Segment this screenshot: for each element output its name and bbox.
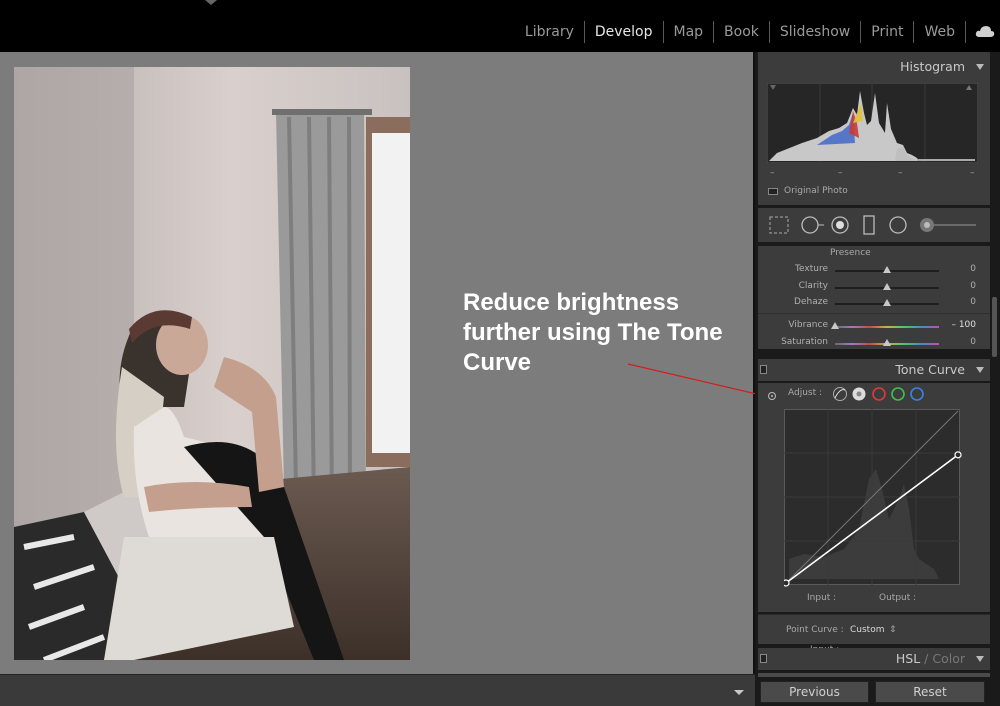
saturation-label: Saturation	[781, 337, 828, 347]
dehaze-label: Dehaze	[794, 297, 828, 307]
texture-thumb[interactable]	[883, 266, 891, 273]
original-photo-checkbox[interactable]	[768, 188, 778, 195]
saturation-thumb[interactable]	[883, 339, 891, 346]
hsl-collapse-icon[interactable]	[976, 656, 984, 662]
radial-filter-icon[interactable]	[889, 216, 907, 234]
red-eye-icon[interactable]	[831, 216, 849, 234]
vibrance-track[interactable]	[835, 326, 939, 328]
texture-slider[interactable]: Texture 0	[758, 264, 990, 278]
panel-toggle-arrow-icon[interactable]	[205, 0, 217, 5]
tone-curve-collapse-icon[interactable]	[976, 367, 984, 373]
hsl-title-separator: /	[920, 651, 933, 666]
module-map[interactable]: Map	[664, 21, 715, 43]
curve-point-2[interactable]	[954, 451, 962, 459]
module-picker: Library Develop Map Book Slideshow Print…	[515, 21, 1000, 43]
curve-output-label: Output :	[879, 593, 917, 603]
crop-overlay-icon[interactable]	[769, 216, 789, 234]
texture-label: Texture	[795, 264, 828, 274]
vibrance-value[interactable]: – 100	[951, 320, 976, 330]
curve-input-label: Input :	[807, 593, 837, 603]
histogram-collapse-icon[interactable]	[976, 64, 984, 70]
histogram-panel: Histogram – – – – Original Photo	[758, 52, 990, 205]
reset-button[interactable]: Reset	[875, 681, 985, 703]
green-channel-icon[interactable]	[891, 387, 905, 401]
vibrance-label: Vibrance	[788, 320, 828, 330]
cloud-sync-icon[interactable]	[966, 21, 1000, 43]
point-curve-row: Point Curve : Custom ⇕	[758, 614, 990, 644]
hsl-toggle[interactable]	[760, 654, 767, 663]
module-print[interactable]: Print	[861, 21, 915, 43]
photo-preview	[14, 67, 410, 660]
dehaze-value[interactable]: 0	[970, 297, 976, 307]
point-curve-label: Point Curve :	[786, 625, 844, 635]
histogram-readout-2: –	[838, 168, 843, 178]
point-curve-dropdown-icon[interactable]: ⇕	[889, 625, 897, 635]
spot-removal-icon[interactable]	[801, 216, 824, 234]
presence-section-label: Presence	[830, 248, 871, 258]
develop-right-panel: Histogram – – – – Original Photo Presenc…	[755, 52, 1000, 706]
hsl-header[interactable]: HSL / Color	[758, 648, 990, 670]
tone-curve-toggle[interactable]	[760, 365, 767, 374]
hsl-title-color[interactable]: Color	[932, 651, 965, 666]
filmstrip-toolbar	[0, 674, 755, 706]
clarity-value[interactable]: 0	[970, 281, 976, 291]
presence-panel: Presence Texture 0 Clarity 0 Dehaze 0 Vi…	[758, 246, 990, 349]
module-slideshow[interactable]: Slideshow	[770, 21, 862, 43]
tone-curve-header[interactable]: Tone Curve	[758, 359, 990, 381]
panel-scrollbar-thumb[interactable]	[992, 297, 997, 357]
tone-curve-panel: Adjust :	[758, 383, 990, 655]
clarity-label: Clarity	[798, 281, 828, 291]
histogram-graph	[767, 83, 978, 163]
histogram-readout-3: –	[898, 168, 903, 178]
vibrance-thumb[interactable]	[831, 322, 839, 329]
rgb-channel-icon[interactable]	[852, 387, 866, 401]
saturation-value[interactable]: 0	[970, 337, 976, 347]
tone-curve-title: Tone Curve	[895, 362, 965, 377]
toolbar-menu-arrow-icon[interactable]	[726, 685, 752, 699]
red-channel-icon[interactable]	[872, 387, 886, 401]
saturation-slider[interactable]: Saturation 0	[758, 337, 990, 351]
texture-value[interactable]: 0	[970, 264, 976, 274]
original-photo-label: Original Photo	[784, 186, 848, 196]
module-book[interactable]: Book	[714, 21, 770, 43]
panel-end-marker	[758, 673, 990, 677]
curve-point-1[interactable]	[784, 579, 790, 587]
histogram-readout-4: –	[970, 168, 975, 178]
dehaze-thumb[interactable]	[883, 299, 891, 306]
dehaze-slider[interactable]: Dehaze 0	[758, 297, 990, 311]
curve-channel-selector	[833, 387, 924, 401]
vibrance-slider[interactable]: Vibrance – 100	[758, 320, 990, 334]
blue-channel-icon[interactable]	[910, 387, 924, 401]
module-web[interactable]: Web	[914, 21, 966, 43]
targeted-adjustment-icon[interactable]	[767, 391, 777, 401]
panel-scrollbar[interactable]	[990, 52, 1000, 672]
graduated-filter-icon[interactable]	[863, 215, 875, 235]
clarity-slider[interactable]: Clarity 0	[758, 281, 990, 295]
presence-divider	[758, 313, 990, 314]
hsl-title: HSL / Color	[896, 651, 965, 666]
parametric-curve-icon[interactable]	[833, 387, 847, 401]
histogram-title: Histogram	[900, 59, 965, 74]
hsl-title-hsl[interactable]: HSL	[896, 651, 920, 666]
module-bar: Library Develop Map Book Slideshow Print…	[0, 0, 1000, 52]
tone-curve-graph[interactable]	[784, 409, 964, 589]
clarity-thumb[interactable]	[883, 283, 891, 290]
adjust-label: Adjust :	[788, 388, 823, 398]
adjustment-brush-icon[interactable]	[920, 218, 976, 232]
module-develop[interactable]: Develop	[585, 21, 664, 43]
module-library[interactable]: Library	[515, 21, 585, 43]
tutorial-annotation: Reduce brightness further using The Tone…	[463, 289, 723, 376]
point-curve-select[interactable]: Custom	[850, 625, 884, 635]
photo-viewer: Reduce brightness further using The Tone…	[0, 52, 753, 674]
previous-button[interactable]: Previous	[760, 681, 869, 703]
tool-strip	[758, 208, 990, 242]
histogram-readout-1: –	[770, 168, 775, 178]
